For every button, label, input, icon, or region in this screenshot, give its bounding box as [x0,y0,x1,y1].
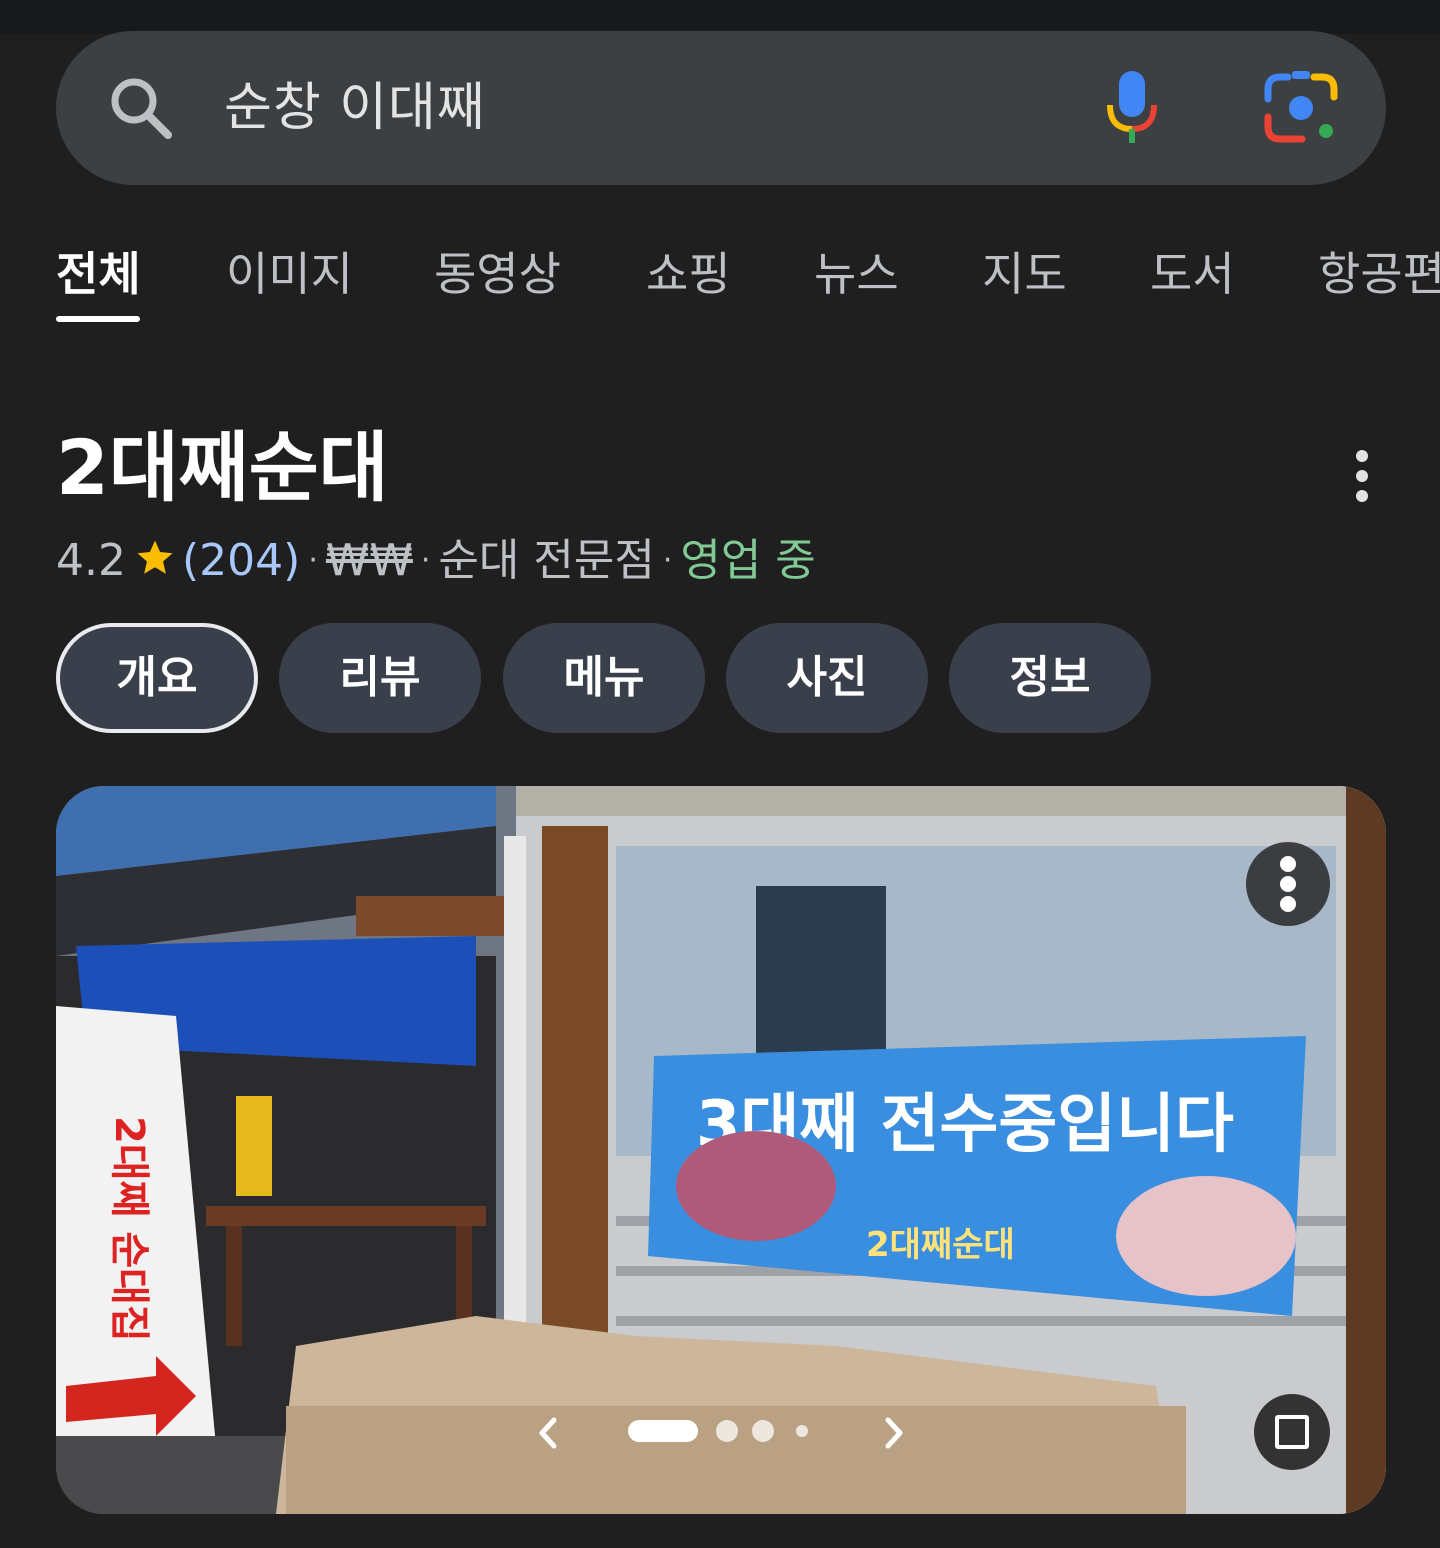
microphone-icon[interactable] [1102,67,1162,147]
active-tab-indicator [56,316,140,322]
photo-more-options-button[interactable] [1246,842,1330,926]
search-bar[interactable]: 순창 이대째 [56,31,1386,185]
tab-flights[interactable]: 항공편 [1318,232,1440,316]
more-options-icon[interactable] [1340,448,1384,504]
tab-all[interactable]: 전체 [56,232,141,316]
rating-value: 4.2 [56,535,126,586]
tab-videos[interactable]: 동영상 [434,232,561,316]
price-level: ₩₩ [325,535,413,586]
chevron-right-icon[interactable] [874,1408,914,1458]
chevron-left-icon[interactable] [528,1408,568,1458]
tab-news[interactable]: 뉴스 [814,232,899,316]
tab-images[interactable]: 이미지 [226,232,353,316]
chip-info[interactable]: 정보 [949,623,1151,733]
expand-icon [1275,1415,1309,1449]
tab-shopping[interactable]: 쇼핑 [646,232,731,316]
search-tabs: 전체 이미지 동영상 쇼핑 뉴스 지도 도서 항공편 [0,232,1440,332]
place-category: 순대 전문점 [438,535,655,586]
place-title: 2대째순대 [56,423,389,512]
review-count-link[interactable]: (204) [182,535,300,586]
chip-menu[interactable]: 메뉴 [503,623,705,733]
page-indicator [796,1425,808,1437]
place-photo-carousel[interactable]: 3대째 전수중입니다 2대째순대 2대째 순대집 [56,786,1386,1514]
status-strip [0,0,1440,34]
search-icon[interactable] [106,73,176,143]
page-indicator-active [628,1420,698,1442]
tab-maps[interactable]: 지도 [982,232,1067,316]
chip-photos[interactable]: 사진 [726,623,928,733]
banner-subtext: 2대째순대 [866,1225,1015,1265]
page-indicator [752,1420,774,1442]
storefront-photo: 3대째 전수중입니다 2대째순대 2대째 순대집 [56,786,1386,1514]
sign-text: 2대째 순대집 [106,1116,152,1342]
chip-overview[interactable]: 개요 [56,623,258,733]
fullscreen-button[interactable] [1254,1394,1330,1470]
search-input[interactable]: 순창 이대째 [224,73,486,143]
chip-reviews[interactable]: 리뷰 [279,623,481,733]
place-meta: 4.2 (204) · ₩₩ · 순대 전문점 · 영업 중 [56,535,816,586]
google-lens-icon[interactable] [1262,69,1340,147]
star-icon [137,540,173,574]
page-indicator [716,1420,738,1442]
open-status: 영업 중 [680,535,816,586]
tab-books[interactable]: 도서 [1150,232,1235,316]
